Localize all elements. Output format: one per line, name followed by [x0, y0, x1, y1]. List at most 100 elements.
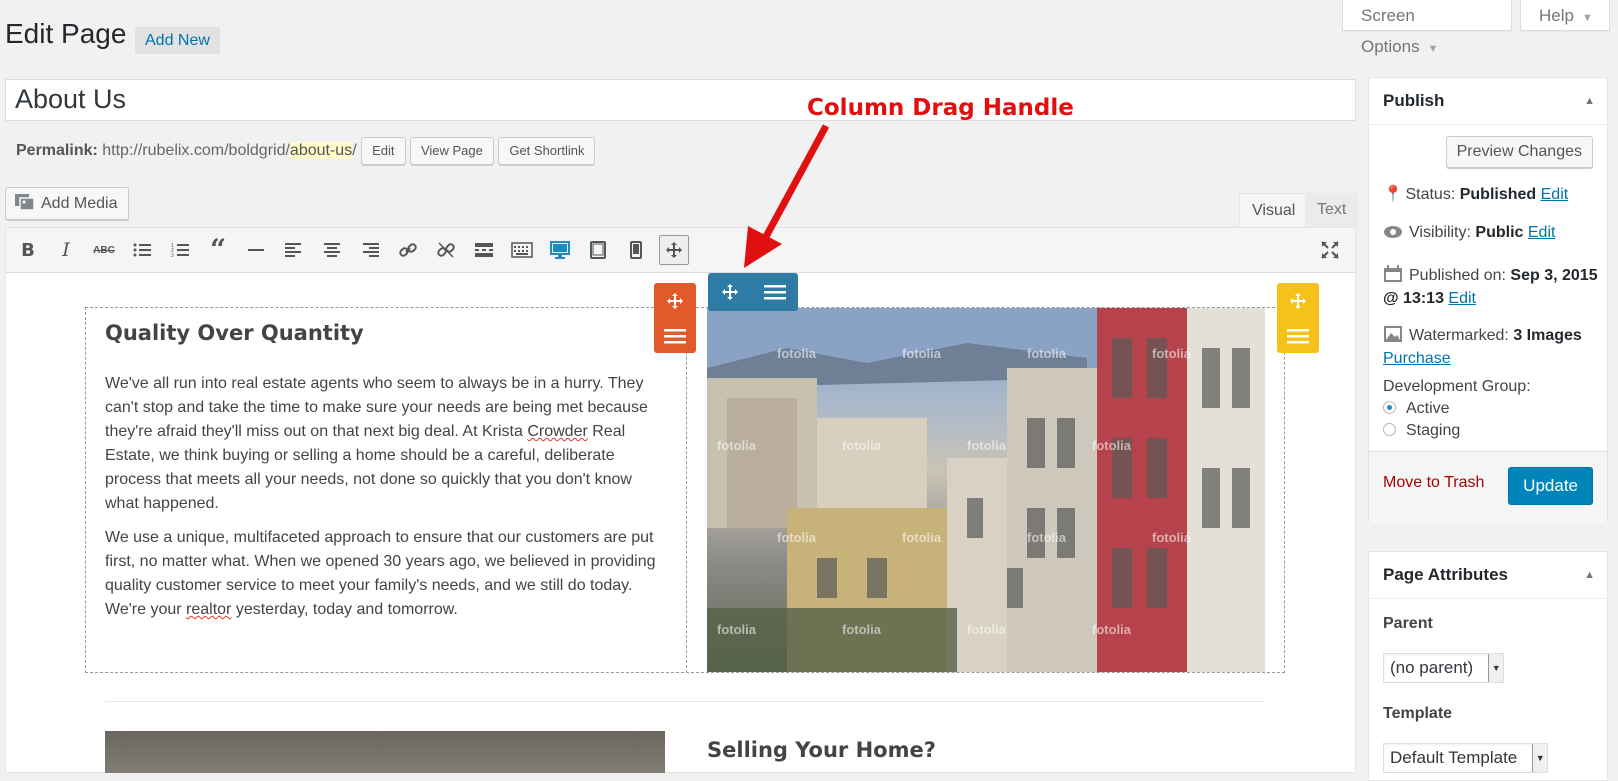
move-icon: [721, 284, 738, 300]
watermark-text: fotolia: [717, 438, 756, 453]
publish-box-header[interactable]: Publish ▲: [1369, 78, 1607, 125]
image-drag-handle[interactable]: [1277, 283, 1319, 353]
parent-select-wrap: (no parent) ▼: [1383, 653, 1505, 683]
page-attributes-header[interactable]: Page Attributes ▲: [1369, 552, 1607, 599]
watermark-text: fotolia: [1152, 346, 1191, 361]
editor-toolbar: B I ABC 123 “: [6, 228, 1355, 273]
published-time: @ 13:13: [1383, 290, 1444, 307]
permalink-base: http://rubelix.com/boldgrid/: [102, 142, 290, 160]
blockquote-icon[interactable]: “: [203, 235, 233, 265]
tablet-preview-icon[interactable]: [583, 235, 613, 265]
section-divider: [105, 701, 1265, 702]
permalink-edit-button[interactable]: Edit: [361, 137, 406, 165]
page-title: Edit Page: [5, 18, 127, 49]
publish-actions: Move to Trash Update: [1369, 451, 1607, 523]
unlink-icon[interactable]: [431, 235, 461, 265]
edit-date-link[interactable]: Edit: [1448, 290, 1476, 307]
preview-changes-button[interactable]: Preview Changes: [1445, 136, 1593, 168]
get-shortlink-button[interactable]: Get Shortlink: [498, 137, 596, 165]
permalink-label: Permalink:: [16, 142, 98, 160]
add-media-label: Add Media: [41, 195, 118, 212]
watermark-text: fotolia: [842, 622, 881, 637]
column-drag-handle[interactable]: [708, 273, 798, 311]
radio-unchecked-icon[interactable]: [1383, 423, 1396, 436]
dev-active-option[interactable]: Active: [1383, 400, 1450, 418]
tab-visual[interactable]: Visual: [1239, 193, 1309, 227]
align-left-icon[interactable]: [279, 235, 309, 265]
watermarked-label: Watermarked:: [1409, 327, 1509, 344]
published-label: Published on:: [1409, 267, 1506, 284]
row-drag-handle[interactable]: [654, 283, 696, 353]
toolbar-toggle-icon[interactable]: [507, 235, 537, 265]
collapse-arrow-icon[interactable]: ▲: [1584, 78, 1595, 124]
tab-text[interactable]: Text: [1305, 193, 1359, 227]
paragraph-2: We use a unique, multifaceted approach t…: [105, 526, 665, 622]
dropdown-arrow-icon: ▼: [1488, 654, 1504, 682]
pin-icon: 📍: [1383, 186, 1403, 203]
move-icon: [1290, 293, 1306, 309]
radio-checked-icon[interactable]: [1383, 401, 1396, 414]
template-select-wrap: Default Template ▼: [1383, 743, 1549, 773]
mobile-preview-icon[interactable]: [621, 235, 651, 265]
permalink-row: Permalink: http://rubelix.com/boldgrid/a…: [16, 137, 596, 165]
misspelled-word: Crowder: [527, 423, 588, 440]
add-new-button[interactable]: Add New: [135, 27, 220, 54]
publish-box: Publish ▲ Preview Changes 📍 Status: Publi…: [1368, 77, 1608, 523]
visibility-value: Public: [1475, 224, 1524, 241]
parent-select[interactable]: (no parent) ▼: [1383, 653, 1505, 683]
second-photo[interactable]: [105, 731, 665, 773]
menu-icon: [664, 329, 686, 344]
paragraph-2-text-end: yesterday, today and tomorrow.: [231, 601, 458, 618]
page-attributes-box: Page Attributes ▲ Parent (no parent) ▼ Tem…: [1368, 551, 1608, 781]
bullet-list-icon[interactable]: [127, 235, 157, 265]
move-to-trash-link[interactable]: Move to Trash: [1383, 474, 1484, 492]
watermarked-row: Watermarked: 3 Images Purchase: [1383, 324, 1598, 370]
watermark-text: fotolia: [967, 438, 1006, 453]
template-select[interactable]: Default Template ▼: [1383, 743, 1549, 773]
move-icon[interactable]: [659, 235, 689, 265]
screen-options-label: Screen Options: [1361, 6, 1420, 56]
purchase-link[interactable]: Purchase: [1383, 350, 1451, 367]
caret-down-icon: ▼: [1581, 12, 1593, 24]
view-page-button[interactable]: View Page: [409, 137, 494, 165]
desktop-preview-icon[interactable]: [545, 235, 575, 265]
screen-options-tab[interactable]: Screen Options ▼: [1342, 0, 1512, 56]
bold-icon[interactable]: B: [13, 235, 43, 265]
fullscreen-icon[interactable]: [1315, 235, 1345, 265]
read-more-icon[interactable]: [469, 235, 499, 265]
update-button[interactable]: Update: [1508, 467, 1593, 505]
link-icon[interactable]: [393, 235, 423, 265]
edit-status-link[interactable]: Edit: [1541, 186, 1569, 203]
watermark-text: fotolia: [1027, 530, 1066, 545]
svg-text:3: 3: [171, 253, 174, 258]
caret-down-icon: ▼: [1427, 43, 1439, 55]
add-media-button[interactable]: Add Media: [5, 187, 129, 220]
help-tab[interactable]: Help ▼: [1520, 0, 1610, 31]
misspelled-word: realtor: [186, 601, 232, 618]
permalink-slug[interactable]: about-us: [289, 142, 353, 160]
calendar-icon: [1384, 265, 1402, 282]
dev-group-label: Development Group:: [1383, 378, 1531, 395]
buildings-photo[interactable]: fotolia fotolia fotolia fotolia fotolia …: [707, 308, 1265, 672]
template-label: Template: [1383, 705, 1453, 722]
numbered-list-icon[interactable]: 123: [165, 235, 195, 265]
align-right-icon[interactable]: [355, 235, 385, 265]
edit-visibility-link[interactable]: Edit: [1528, 224, 1556, 241]
horizontal-rule-icon[interactable]: [241, 235, 271, 265]
collapse-arrow-icon[interactable]: ▲: [1584, 552, 1595, 598]
image-icon: [1384, 326, 1402, 342]
dev-staging-option[interactable]: Staging: [1383, 422, 1460, 440]
move-icon: [667, 293, 683, 309]
annotation-label: Column Drag Handle: [807, 95, 1074, 121]
eye-icon: [1384, 226, 1402, 238]
section-heading-2: Selling Your Home?: [707, 738, 936, 762]
menu-icon: [763, 285, 786, 300]
watermark-text: fotolia: [1092, 622, 1131, 637]
italic-icon[interactable]: I: [51, 235, 81, 265]
post-title-input[interactable]: About Us: [5, 79, 1356, 121]
template-select-value: Default Template: [1390, 748, 1518, 767]
align-center-icon[interactable]: [317, 235, 347, 265]
watermark-text: fotolia: [777, 530, 816, 545]
paragraph-1: We've all run into real estate agents wh…: [105, 372, 665, 516]
strikethrough-icon[interactable]: ABC: [89, 235, 119, 265]
